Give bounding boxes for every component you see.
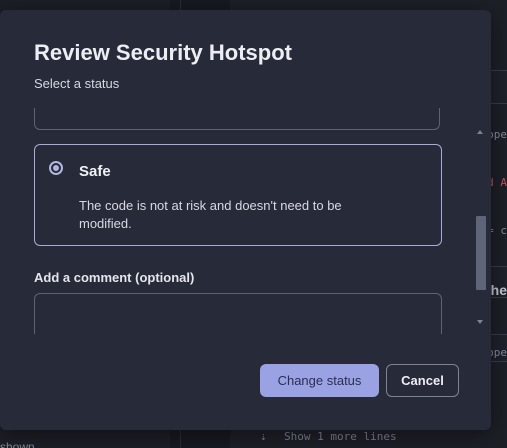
status-option-description: The code is not at risk and doesn't need… [79,198,342,231]
radio-selected-dot [53,165,59,171]
comment-label: Add a comment (optional) [34,270,195,285]
radio-button-safe[interactable] [49,161,63,175]
show-more-label: Show 1 more lines [284,430,397,443]
modal-title: Review Security Hotspot [34,40,292,65]
comment-field[interactable] [34,293,442,334]
status-option-safe[interactable]: Safe The code is not at risk and doesn't… [34,144,442,246]
change-status-button[interactable]: Change status [260,364,379,397]
review-hotspot-modal: Review Security Hotspot Select a status … [0,10,491,430]
status-scroll-area[interactable]: Safe The code is not at risk and doesn't… [0,108,491,334]
status-option-label: Safe [79,163,111,180]
show-more-lines[interactable]: ⇣ Show 1 more lines [260,430,397,443]
status-option-previous[interactable] [34,108,440,130]
scrollbar-thumb[interactable] [476,216,486,290]
scroll-up-icon[interactable] [477,130,483,134]
expand-icon: ⇣ [260,430,267,443]
cancel-button[interactable]: Cancel [386,364,459,397]
scroll-down-icon[interactable] [477,320,483,324]
modal-subtitle: Select a status [34,76,120,91]
scrollbar[interactable] [474,130,488,336]
background-left-text: shown [0,440,35,448]
background-heading-fragment: he [490,282,507,298]
